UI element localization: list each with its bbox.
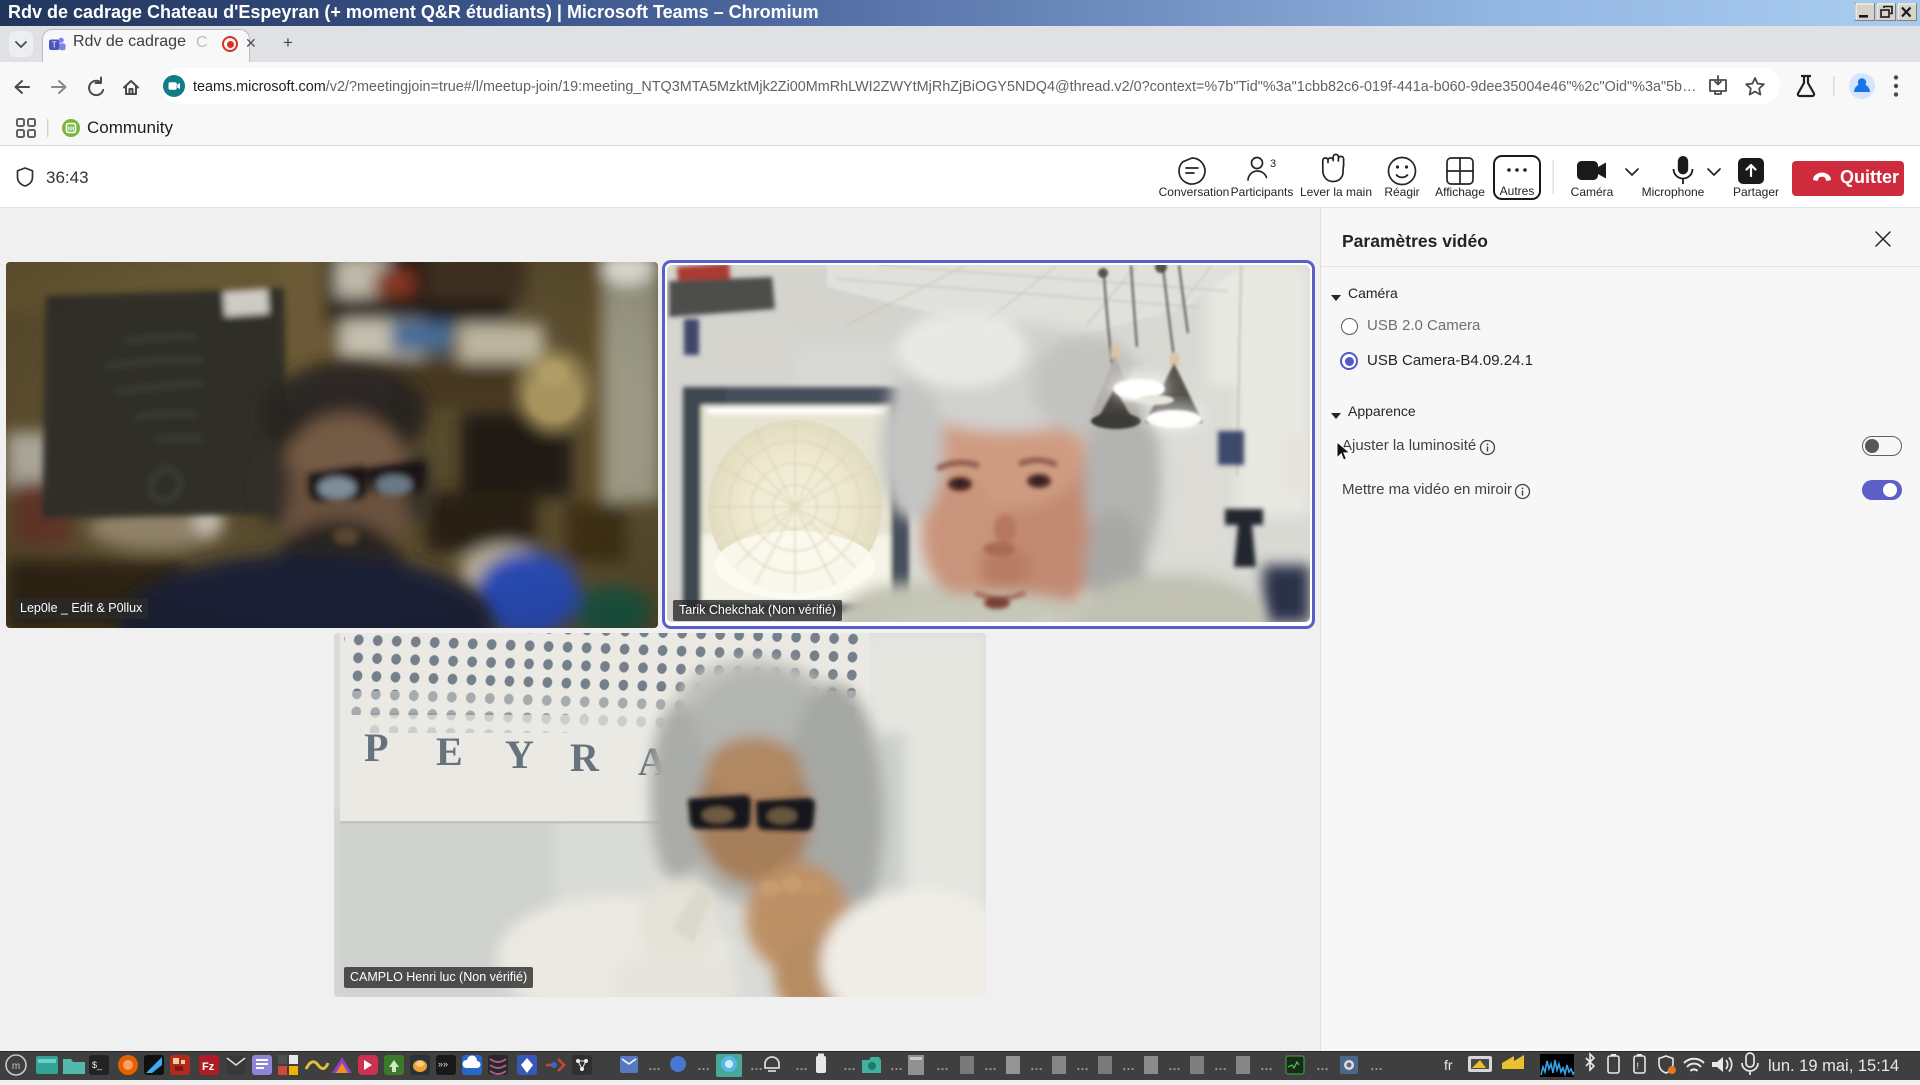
svg-text:…: …	[795, 1058, 808, 1073]
svg-text:Y: Y	[505, 732, 534, 777]
svg-text:»»: »»	[438, 1059, 448, 1069]
svg-text:…: …	[1214, 1058, 1227, 1073]
svg-text:…: …	[1260, 1058, 1273, 1073]
svg-text:$_: $_	[92, 1060, 103, 1070]
svg-text:Quitter: Quitter	[1840, 167, 1899, 187]
svg-text:…: …	[1122, 1058, 1135, 1073]
svg-text:Participants: Participants	[1231, 185, 1294, 199]
svg-text:Affichage: Affichage	[1435, 185, 1485, 199]
svg-text:3: 3	[1270, 158, 1276, 170]
svg-text:…: …	[843, 1058, 856, 1073]
svg-text:E: E	[436, 729, 463, 774]
svg-text:Lever la main: Lever la main	[1300, 185, 1372, 199]
svg-text:lun. 19 mai, 15:14: lun. 19 mai, 15:14	[1768, 1057, 1899, 1075]
svg-text:…: …	[1076, 1058, 1089, 1073]
svg-text:m: m	[12, 1061, 20, 1072]
svg-text:P: P	[364, 725, 388, 770]
svg-text:…: …	[984, 1058, 997, 1073]
svg-text:Conversation: Conversation	[1159, 185, 1230, 199]
svg-text:Partager: Partager	[1733, 185, 1779, 199]
svg-text:…: …	[750, 1058, 763, 1073]
svg-text:…: …	[1316, 1058, 1329, 1073]
svg-text:!: !	[1637, 1061, 1640, 1071]
svg-text:fr: fr	[1444, 1057, 1453, 1073]
svg-text:Caméra: Caméra	[1571, 185, 1614, 199]
svg-text:Microphone: Microphone	[1642, 185, 1705, 199]
svg-text:Autres: Autres	[1500, 184, 1535, 198]
svg-text:T: T	[52, 41, 57, 50]
svg-text:…: …	[936, 1058, 949, 1073]
svg-text:…: …	[1030, 1058, 1043, 1073]
svg-text:…: …	[890, 1058, 903, 1073]
svg-text:…: …	[697, 1058, 710, 1073]
svg-text:…: …	[1168, 1058, 1181, 1073]
svg-text:…: …	[1370, 1058, 1383, 1073]
svg-text:Réagir: Réagir	[1384, 185, 1419, 199]
svg-text:…: …	[648, 1058, 661, 1073]
svg-text:R: R	[570, 735, 600, 780]
svg-text:Fz: Fz	[202, 1061, 215, 1073]
